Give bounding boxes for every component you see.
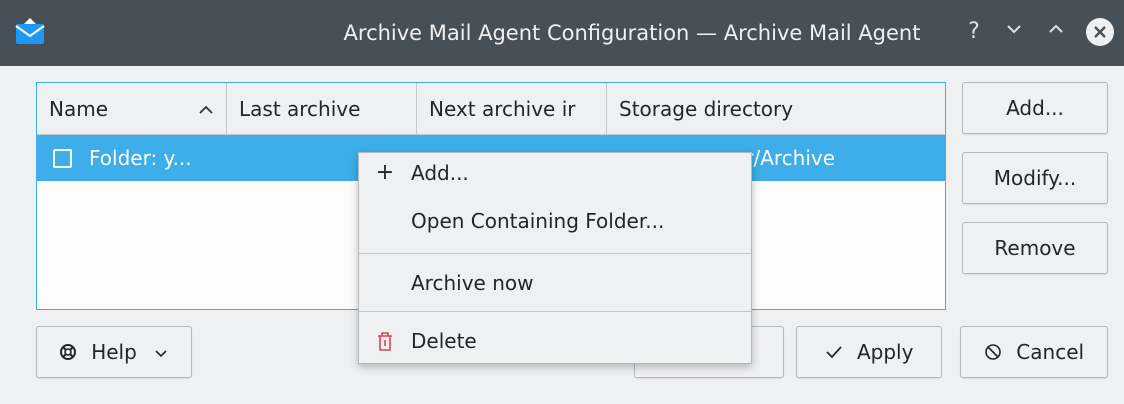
modify-button[interactable]: Modify... [962, 152, 1108, 204]
menu-item-label: Delete [411, 329, 477, 353]
maximize-button[interactable] [1042, 18, 1070, 46]
menu-item-add[interactable]: + Add... [359, 149, 751, 197]
lifebuoy-icon [59, 344, 76, 360]
sort-ascending-icon [199, 105, 213, 114]
row-name-cell: Folder: y... [89, 146, 192, 170]
menu-item-label: Add... [411, 161, 469, 185]
enable-checkbox[interactable] [53, 149, 72, 168]
menu-item-label: Archive now [411, 271, 534, 295]
column-header-label: Name [49, 97, 109, 121]
close-button[interactable] [1086, 18, 1114, 46]
menu-item-archive-now[interactable]: Archive now [359, 259, 751, 307]
remove-button[interactable]: Remove [962, 222, 1108, 274]
window-title: Archive Mail Agent Configuration — Archi… [343, 21, 921, 45]
apply-button[interactable]: Apply [796, 326, 942, 378]
context-menu: + Add... Open Containing Folder... Archi… [358, 152, 752, 364]
trash-icon [378, 332, 392, 351]
column-header-label: Next archive ir [429, 97, 576, 121]
help-button[interactable]: Help [36, 326, 192, 378]
column-header-label: Storage directory [619, 97, 794, 121]
table-header: Name Last archive Next archive ir Storag… [37, 83, 945, 135]
menu-item-open-containing-folder[interactable]: Open Containing Folder... [359, 197, 751, 245]
column-header-label: Last archive [239, 97, 361, 121]
add-button[interactable]: Add... [962, 82, 1108, 134]
title-bar: Archive Mail Agent Configuration — Archi… [0, 0, 1124, 66]
column-header-last-archive[interactable]: Last archive [227, 83, 417, 135]
column-header-name[interactable]: Name [37, 83, 227, 135]
menu-item-delete[interactable]: Delete [359, 317, 751, 365]
chevron-up-icon [1049, 24, 1063, 33]
help-button-label: Help [91, 340, 137, 364]
cancel-icon [985, 344, 1001, 360]
menu-separator [359, 253, 751, 254]
column-header-storage-directory[interactable]: Storage directory [607, 83, 947, 135]
chevron-down-icon [155, 350, 167, 358]
cancel-button[interactable]: Cancel [960, 326, 1108, 378]
menu-separator [359, 311, 751, 312]
checkmark-icon [825, 346, 842, 359]
context-help-button[interactable]: ? [960, 18, 988, 46]
apply-button-label: Apply [856, 340, 914, 364]
minimize-button[interactable] [1000, 18, 1028, 46]
close-icon [1094, 26, 1106, 38]
plus-icon: + [375, 160, 395, 185]
chevron-down-icon [1007, 25, 1021, 34]
column-header-next-archive[interactable]: Next archive ir [417, 83, 607, 135]
menu-item-label: Open Containing Folder... [411, 209, 665, 233]
cancel-button-label: Cancel [1016, 340, 1085, 364]
